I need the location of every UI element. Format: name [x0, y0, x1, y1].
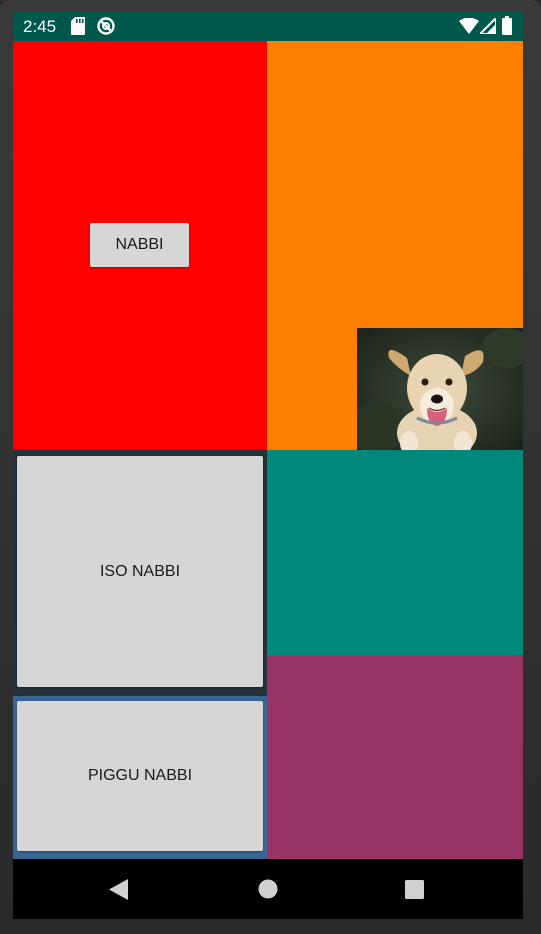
- piggu-nabbi-button[interactable]: PIGGU NABBI: [17, 701, 263, 851]
- wifi-icon: [459, 17, 479, 39]
- cellular-signal-icon: [477, 15, 497, 39]
- navigation-bar: [13, 859, 523, 919]
- iso-nabbi-button[interactable]: ISO NABBI: [17, 456, 263, 687]
- teal-panel: [267, 450, 523, 655]
- back-icon[interactable]: [109, 879, 128, 905]
- status-bar: 2:45: [13, 12, 523, 41]
- sd-card-icon: [71, 17, 85, 40]
- plum-panel: [267, 655, 523, 859]
- recents-icon[interactable]: [405, 880, 424, 904]
- device-frame: 2:45 NABBI ISO NABBI PIGGU NABBI: [0, 0, 541, 934]
- battery-icon: [502, 16, 512, 40]
- sync-disabled-icon: [97, 17, 115, 40]
- puppy-photo: [357, 328, 523, 450]
- phone-screen: 2:45 NABBI ISO NABBI PIGGU NABBI: [13, 12, 523, 919]
- home-icon[interactable]: [258, 879, 278, 904]
- tile-layout: NABBI ISO NABBI PIGGU NABBI: [13, 41, 523, 859]
- status-time: 2:45: [23, 17, 57, 36]
- nabbi-button[interactable]: NABBI: [90, 223, 189, 267]
